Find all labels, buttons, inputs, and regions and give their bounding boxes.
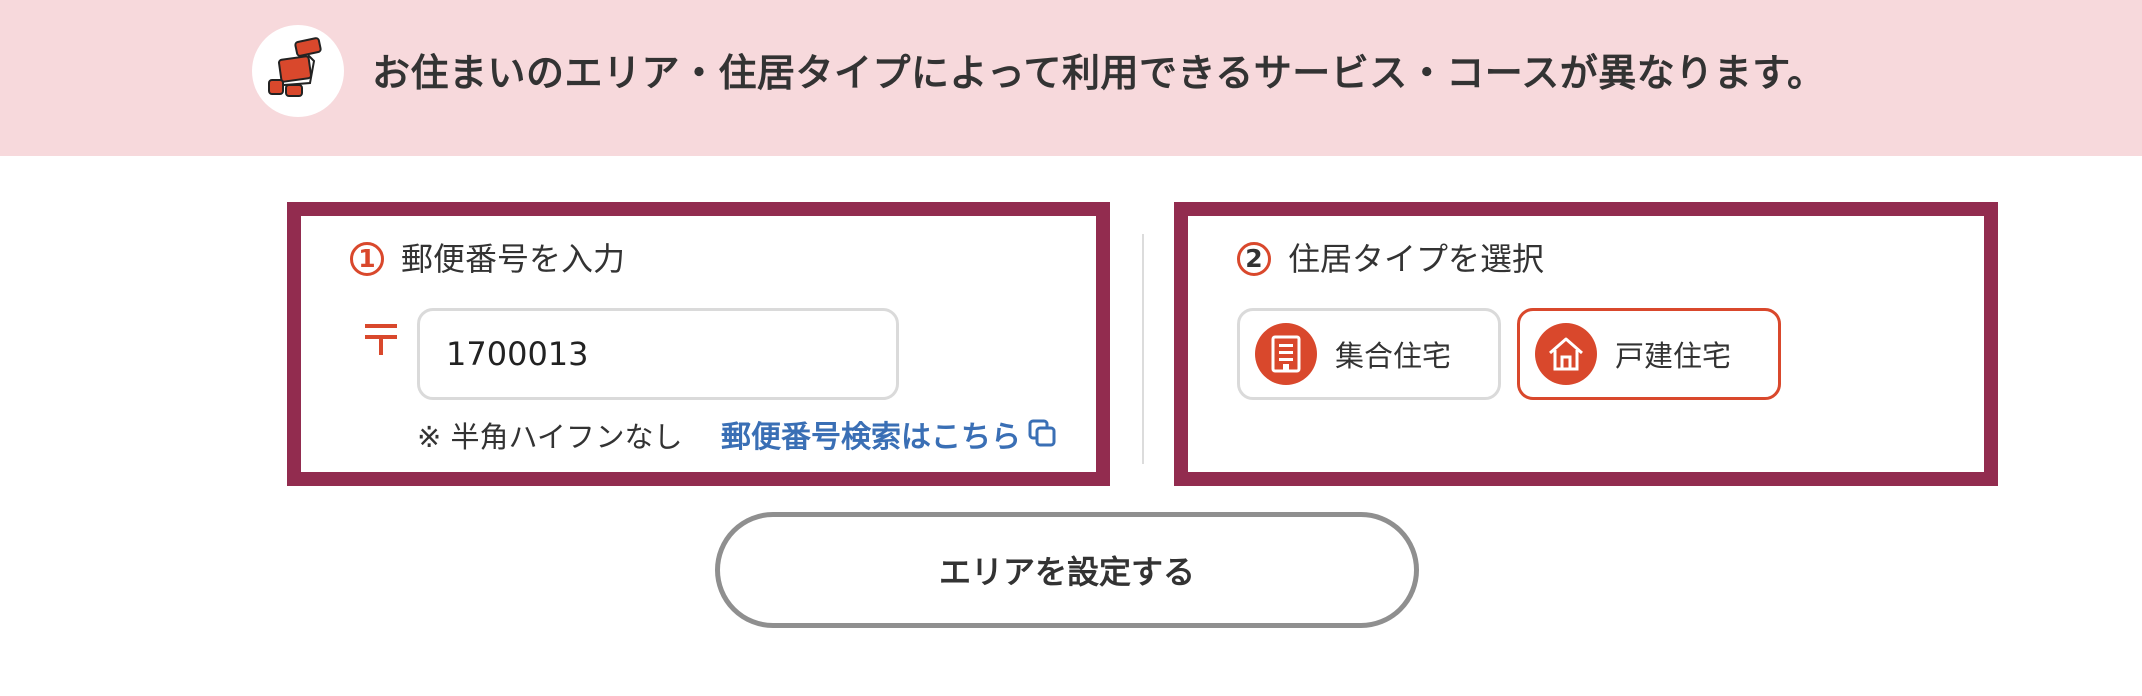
apartment-icon	[1255, 323, 1317, 385]
banner-message: お住まいのエリア・住居タイプによって利用できるサービス・コースが異なります。	[372, 51, 1826, 95]
residence-type-panel: 2 住居タイプを選択 集合住宅 戸建住宅	[1174, 202, 1998, 486]
postal-code-search-link[interactable]: 郵便番号検索はこちら	[721, 418, 1057, 458]
moving-truck-icon	[252, 25, 344, 117]
step-2-title: 住居タイプを選択	[1288, 240, 1545, 278]
house-icon	[1535, 323, 1597, 385]
postal-mark-icon	[363, 318, 399, 358]
step-2-badge: 2	[1237, 242, 1271, 276]
postal-code-panel: 1 郵便番号を入力 ※ 半角ハイフンなし 郵便番号検索はこちら	[287, 202, 1110, 486]
external-window-icon	[1027, 418, 1057, 458]
house-option-label: 戸建住宅	[1615, 339, 1732, 373]
step-1-title: 郵便番号を入力	[401, 240, 626, 278]
apartment-option-label: 集合住宅	[1335, 339, 1452, 373]
apartment-option-button[interactable]: 集合住宅	[1237, 308, 1501, 400]
house-option-button[interactable]: 戸建住宅	[1517, 308, 1781, 400]
panel-divider	[1142, 234, 1144, 464]
step-1-badge: 1	[350, 242, 384, 276]
set-area-button[interactable]: エリアを設定する	[715, 512, 1419, 628]
input-note: ※ 半角ハイフンなし	[417, 420, 683, 454]
search-link-label: 郵便番号検索はこちら	[721, 420, 1021, 455]
postal-code-input[interactable]	[417, 308, 899, 400]
notice-banner: お住まいのエリア・住居タイプによって利用できるサービス・コースが異なります。	[0, 0, 2142, 156]
